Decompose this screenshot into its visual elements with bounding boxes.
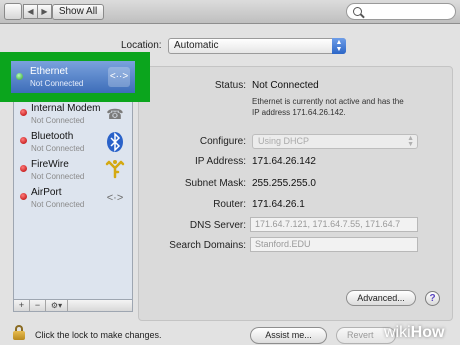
- ip-address-label: IP Address:: [195, 156, 246, 167]
- configure-label: Configure:: [199, 136, 246, 147]
- ip-address-value: 171.64.26.142: [252, 156, 316, 167]
- status-dot: [20, 137, 27, 144]
- configure-value: Using DHCP: [258, 136, 310, 146]
- watermark: wikiHow: [384, 324, 445, 341]
- add-service-button[interactable]: +: [14, 300, 30, 311]
- location-label: Location:: [121, 40, 162, 51]
- service-status: Not Connected: [31, 200, 85, 209]
- status-value: Not Connected: [252, 80, 319, 91]
- search-domains-label: Search Domains:: [169, 240, 246, 251]
- highlight-frame: Ethernet Not Connected <··>: [0, 52, 150, 102]
- service-list: Internal Modem Not Connected ☎ Bluetooth…: [13, 68, 133, 300]
- service-item-internal-modem[interactable]: Internal Modem Not Connected ☎: [14, 99, 132, 129]
- remove-service-button[interactable]: −: [30, 300, 46, 311]
- subnet-mask-value: 255.255.255.0: [252, 178, 316, 189]
- show-all-button[interactable]: Show All: [52, 4, 104, 20]
- status-dot: [20, 109, 27, 116]
- service-name: FireWire: [31, 159, 69, 170]
- status-note: Ethernet is currently not active and has…: [252, 97, 404, 117]
- service-item-airport[interactable]: AirPort Not Connected <·>: [14, 183, 132, 213]
- service-status: Not Connected: [30, 79, 84, 88]
- service-item-ethernet[interactable]: Ethernet Not Connected <··>: [11, 61, 135, 93]
- airport-arrows-icon: <·>: [106, 192, 124, 204]
- subnet-mask-label: Subnet Mask:: [184, 178, 246, 189]
- service-name: Ethernet: [30, 66, 68, 77]
- dns-server-field[interactable]: 171.64.7.121, 171.64.7.55, 171.64.7: [250, 217, 418, 232]
- service-status: Not Connected: [31, 172, 85, 181]
- toolbar: ◀ ▶ Show All: [0, 0, 460, 24]
- service-item-firewire[interactable]: FireWire Not Connected: [14, 155, 132, 185]
- status-dot: [16, 73, 23, 80]
- assist-me-button[interactable]: Assist me...: [250, 327, 327, 344]
- service-list-controls: + − ⚙▾: [13, 299, 133, 312]
- select-arrows-icon: ▲ ▼: [407, 135, 414, 148]
- router-label: Router:: [213, 199, 246, 210]
- lock-icon[interactable]: [13, 325, 25, 340]
- dns-server-label: DNS Server:: [189, 220, 246, 231]
- grid-view-button[interactable]: [4, 3, 22, 20]
- status-dot: [20, 165, 27, 172]
- search-input[interactable]: [346, 3, 456, 20]
- service-item-bluetooth[interactable]: Bluetooth Not Connected: [14, 127, 132, 157]
- forward-arrow-icon[interactable]: ▶: [37, 4, 52, 19]
- status-dot: [20, 193, 27, 200]
- service-name: AirPort: [31, 187, 62, 198]
- bluetooth-icon: [104, 131, 126, 153]
- help-button[interactable]: ?: [425, 291, 440, 306]
- location-value: Automatic: [174, 40, 219, 51]
- location-select[interactable]: Automatic ▲ ▼: [168, 38, 346, 54]
- service-name: Internal Modem: [31, 103, 101, 114]
- lock-message: Click the lock to make changes.: [35, 330, 162, 340]
- gear-menu-button[interactable]: ⚙▾: [46, 300, 68, 311]
- search-domains-field[interactable]: Stanford.EDU: [250, 237, 418, 252]
- service-status: Not Connected: [31, 116, 85, 125]
- configure-select[interactable]: Using DHCP ▲ ▼: [252, 134, 418, 149]
- service-name: Bluetooth: [31, 131, 74, 142]
- firewire-icon: [104, 159, 126, 181]
- status-label: Status:: [214, 80, 246, 91]
- router-value: 171.64.26.1: [252, 199, 305, 210]
- ethernet-arrows-icon: <··>: [108, 67, 130, 87]
- search-icon: [353, 7, 362, 16]
- select-arrows-icon: ▲ ▼: [332, 38, 346, 54]
- phone-icon: ☎: [106, 106, 124, 122]
- service-status: Not Connected: [31, 144, 85, 153]
- back-arrow-icon[interactable]: ◀: [23, 4, 38, 19]
- advanced-button[interactable]: Advanced...: [346, 290, 416, 306]
